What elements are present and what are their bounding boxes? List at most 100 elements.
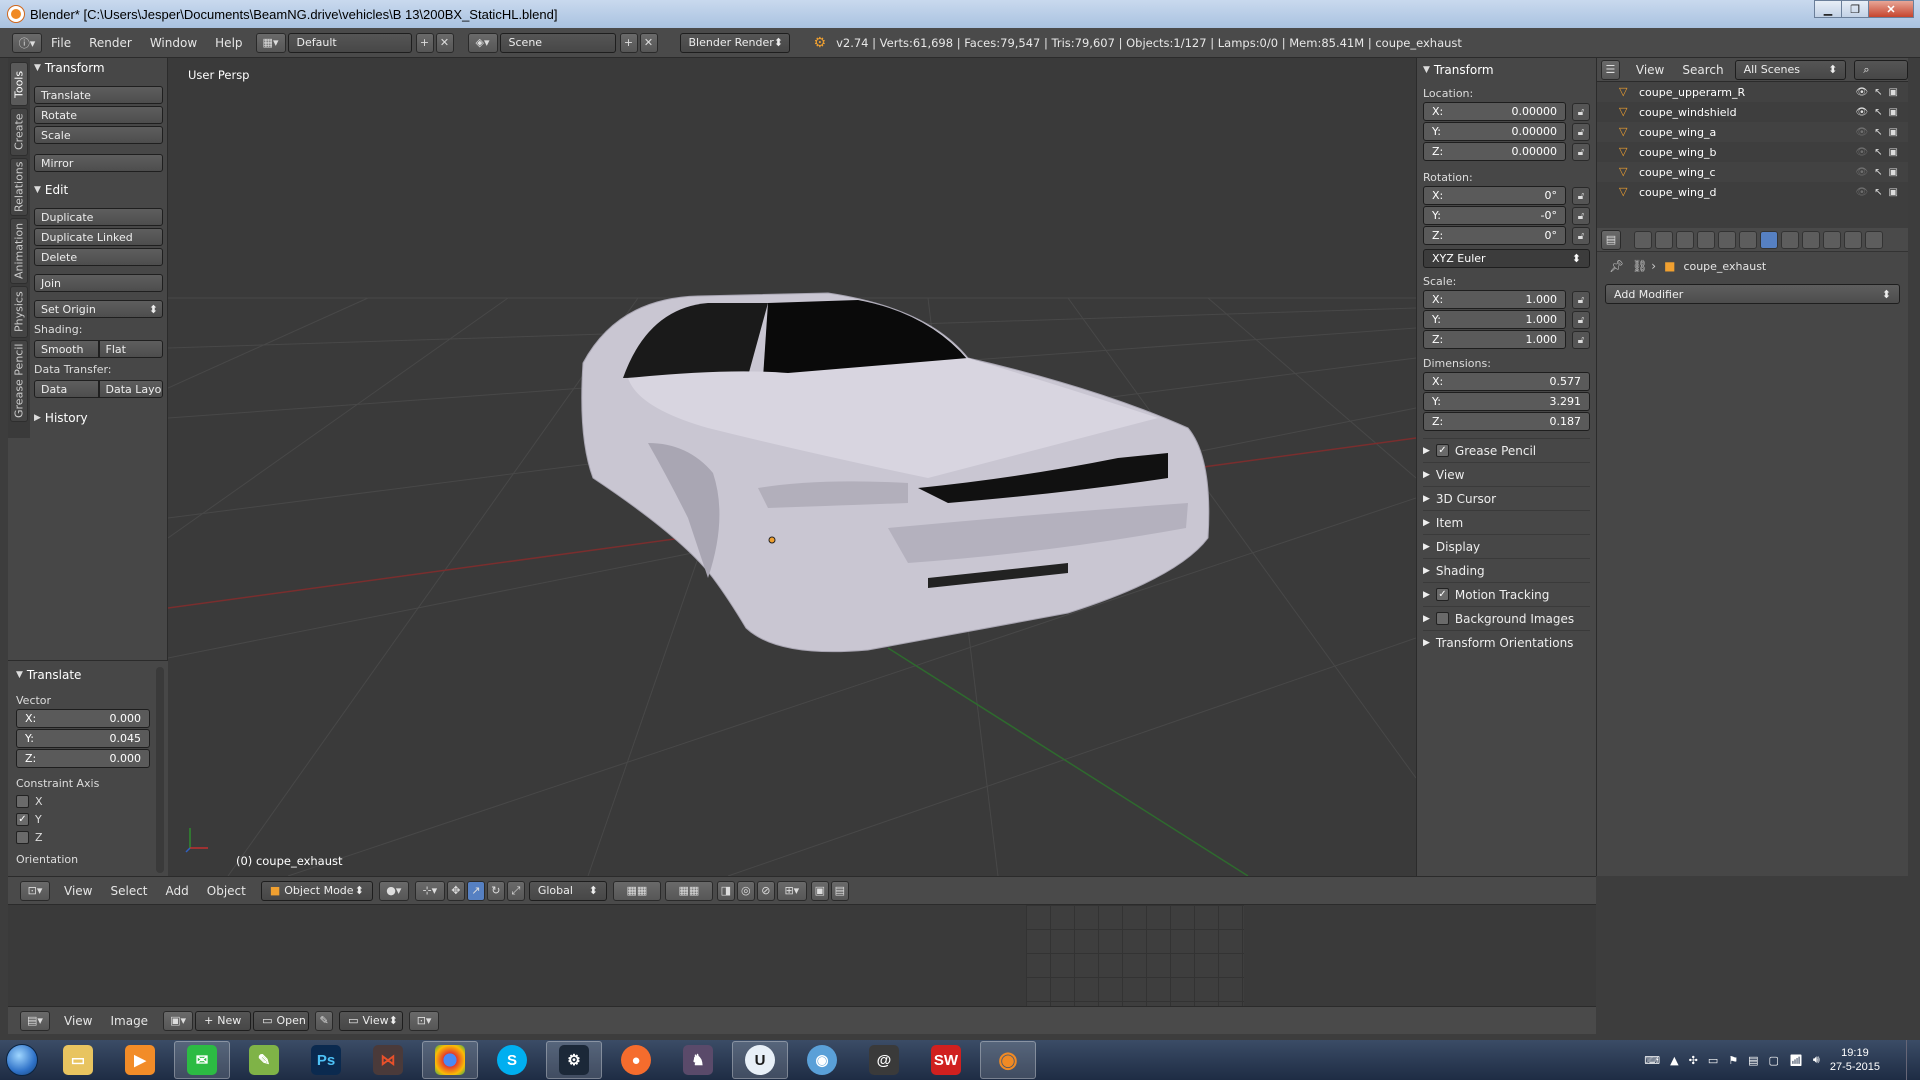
keyboard-icon[interactable]: ⌨ [1644,1054,1660,1067]
constraint-y-checkbox[interactable]: ✓ Y [16,810,150,828]
outliner-search-input[interactable]: ⌕ [1854,59,1908,80]
checkmark-icon[interactable]: ✓ [1435,444,1449,457]
outliner-item[interactable]: ▽ coupe_wing_a 👁︎ ↖ ▣ [1597,122,1908,142]
render-tab-icon[interactable] [1634,230,1652,249]
tab-relations[interactable]: Relations [10,158,28,216]
eye-icon[interactable]: 👁︎ [1855,87,1868,98]
add-modifier-dropdown[interactable]: Add Modifier ⬍ [1605,284,1900,304]
printer-icon[interactable]: ▤ [1748,1054,1758,1067]
scene-icon[interactable]: ◈▾ [467,32,498,53]
menu-object[interactable]: Object [207,884,246,898]
transform-props-header[interactable]: ▼ Transform [1423,60,1590,80]
cursor-icon[interactable]: ↖ [1874,147,1882,158]
taskbar-eye-app[interactable]: ◉ [794,1041,850,1079]
clock[interactable]: 19:19 27-5-2015 [1830,1046,1880,1074]
add-layout-icon[interactable]: + [415,32,434,53]
lock-icon[interactable]: 🔓︎ [1572,331,1590,349]
menu-file[interactable]: File [51,36,71,50]
scale-button[interactable]: Scale [34,126,163,144]
layers-grid-1-icon[interactable]: ▦▦ [612,880,661,901]
taskbar-blender[interactable]: ◉ [980,1041,1036,1079]
network-app-icon[interactable]: ✣ [1689,1054,1698,1067]
image-menu-image[interactable]: Image [110,1014,148,1028]
world-tab-icon[interactable] [1697,230,1715,249]
open-image-button[interactable]: ▭ Open [253,1010,310,1031]
material-tab-icon[interactable] [1802,230,1820,249]
image-view-mode-dropdown[interactable]: ▭ View ⬍ [339,1010,404,1031]
image-editor[interactable] [8,904,1596,1007]
image-editor-type-icon[interactable]: ▤▾ [20,1010,50,1031]
layout-selector[interactable]: Default [287,32,412,53]
set-origin-dropdown[interactable]: Set Origin ⬍ [34,300,163,318]
menu-render[interactable]: Render [89,36,132,50]
taskbar-steam[interactable]: ⚙ [546,1041,602,1079]
camera-icon[interactable]: ▣ [1889,167,1898,178]
dimensions-z-field[interactable]: Z: 0.187 [1423,412,1590,431]
scene-selector[interactable]: Scene [499,32,616,53]
join-button[interactable]: Join [34,274,163,292]
tab-create[interactable]: Create [10,108,28,156]
outliner-item[interactable]: ▽ coupe_wing_d 👁︎ ↖ ▣ [1597,182,1908,202]
rotate-manipulator-icon[interactable]: ↻ [486,880,505,901]
tab-grease-pencil[interactable]: Grease Pencil [10,340,28,422]
3d-editor-type-icon[interactable]: ⊡▾ [20,880,50,901]
edit-panel-header[interactable]: ▼ Edit [34,180,163,200]
history-panel-header[interactable]: ▶ History [34,408,163,428]
modifiers-tab-icon[interactable] [1760,230,1778,249]
rotate-button[interactable]: Rotate [34,106,163,124]
scale-z-field[interactable]: Z: 1.000 [1423,330,1566,349]
tab-tools[interactable]: Tools [10,62,28,106]
background-images-panel[interactable]: ▶ Background Images [1423,606,1590,630]
shading-panel[interactable]: ▶ Shading [1423,558,1590,582]
pin-icon[interactable]: 📌︎ [1609,259,1624,273]
start-button[interactable] [0,1040,44,1080]
outliner-view-menu[interactable]: View [1636,63,1664,77]
render-engine-selector[interactable]: Blender Render ⬍ [679,32,790,53]
show-desktop-button[interactable] [1906,1040,1920,1080]
translate-manipulator-icon[interactable]: ↗ [466,880,485,901]
data-button[interactable]: Data [34,380,99,398]
vector-x-field[interactable]: X: 0.000 [16,709,150,728]
scale-manipulator-icon[interactable]: ⤢ [506,880,525,901]
lock-icon[interactable]: 🔓︎ [1572,227,1590,245]
image-menu-view[interactable]: View [64,1014,92,1028]
object-tab-icon[interactable] [1718,230,1736,249]
display-icon[interactable]: ▭ [1708,1054,1718,1067]
rotation-z-field[interactable]: Z: 0° [1423,226,1566,245]
layers-grid-2-icon[interactable]: ▦▦ [664,880,713,901]
pivot-point-icon[interactable]: ⊹▾ [414,880,445,901]
rotation-mode-dropdown[interactable]: XYZ Euler ⬍ [1423,249,1590,268]
taskbar-media-player[interactable]: ▶ [112,1041,168,1079]
lock-layers-icon[interactable]: ◨ [716,880,735,901]
taskbar-app-x[interactable]: ⋈ [360,1041,416,1079]
outliner-filter-dropdown[interactable]: All Scenes ⬍ [1734,59,1847,80]
menu-select[interactable]: Select [110,884,147,898]
taskbar-notepad[interactable]: ✎ [236,1041,292,1079]
outliner-search-menu[interactable]: Search [1682,63,1723,77]
mirror-button[interactable]: Mirror [34,154,163,172]
motion-tracking-panel[interactable]: ▶ ✓ Motion Tracking [1423,582,1590,606]
vector-z-field[interactable]: Z: 0.000 [16,749,150,768]
taskbar-chrome[interactable] [422,1041,478,1079]
monitor-icon[interactable]: ▢ [1769,1054,1779,1067]
camera-icon[interactable]: ▣ [1889,187,1898,198]
3d-viewport[interactable]: User Persp (0) coupe_exhaust [168,58,1416,876]
transform-orientation-dropdown[interactable]: Global ⬍ [528,880,607,901]
eye-icon[interactable]: 👁︎ [1855,147,1868,158]
outliner-editor-icon[interactable]: ☰ [1601,59,1620,80]
grease-pencil-panel[interactable]: ▶ ✓ Grease Pencil [1423,438,1590,462]
translate-button[interactable]: Translate [34,86,163,104]
cursor-icon[interactable]: ↖ [1874,167,1882,178]
interaction-mode-dropdown[interactable]: ■ Object Mode ⬍ [260,880,373,901]
lock-icon[interactable]: 🔓︎ [1572,187,1590,205]
particles-tab-icon[interactable] [1844,230,1862,249]
menu-add[interactable]: Add [166,884,189,898]
texture-tab-icon[interactable] [1823,230,1841,249]
flag-icon[interactable]: ⚑ [1728,1054,1738,1067]
new-image-button[interactable]: + New [195,1010,252,1031]
taskbar-line[interactable]: ✉ [174,1041,230,1079]
scale-x-field[interactable]: X: 1.000 [1423,290,1566,309]
operator-header[interactable]: ▼ Translate [16,665,150,685]
outliner-item[interactable]: ▽ coupe_windshield 👁︎ ↖ ▣ [1597,102,1908,122]
maximize-button[interactable]: ❐ [1841,0,1869,18]
